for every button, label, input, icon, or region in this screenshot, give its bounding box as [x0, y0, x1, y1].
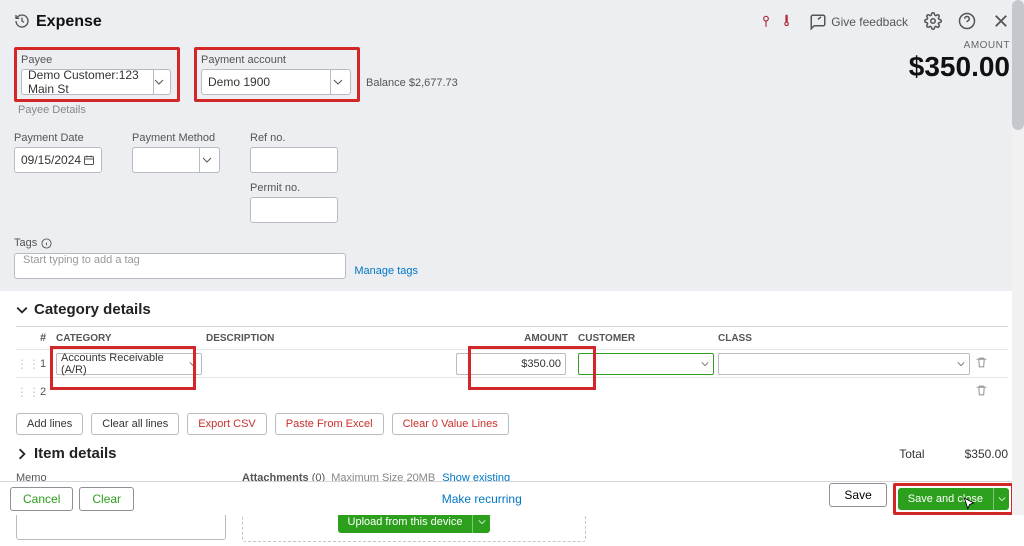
- pin-icons: [759, 14, 793, 31]
- category-table: # CATEGORY DESCRIPTION AMOUNT CUSTOMER C…: [16, 326, 1008, 405]
- category-select[interactable]: Accounts Receivable (A/R): [56, 353, 202, 375]
- trash-icon[interactable]: [970, 384, 992, 400]
- chevron-down-icon: [189, 360, 197, 368]
- class-select[interactable]: [718, 353, 970, 375]
- footer-bar: Cancel Clear Make recurring Save Save an…: [0, 481, 1024, 515]
- col-category: CATEGORY: [52, 333, 202, 344]
- drag-handle-icon[interactable]: ⋮⋮: [16, 357, 34, 371]
- ref-no-input[interactable]: [250, 147, 338, 173]
- scrollbar[interactable]: [1012, 0, 1024, 515]
- amount-input[interactable]: $350.00: [456, 353, 566, 375]
- tags-label: Tags: [14, 237, 346, 249]
- col-amount: AMOUNT: [456, 333, 574, 344]
- total-line: Total $350.00: [899, 447, 1008, 461]
- expense-header: Expense Give feedback AMOUNT $350.00 Pay…: [0, 0, 1024, 291]
- feedback-label: Give feedback: [831, 15, 908, 29]
- payee-row: Payee Demo Customer:123 Main St Payment …: [14, 47, 1010, 102]
- table-buttons: Add lines Clear all lines Export CSV Pas…: [16, 413, 1008, 435]
- save-close-button[interactable]: Save and close: [898, 488, 993, 510]
- payee-label: Payee: [21, 54, 173, 66]
- top-row: Expense Give feedback: [14, 8, 1010, 36]
- scroll-thumb[interactable]: [1012, 0, 1024, 130]
- clear-button[interactable]: Clear: [79, 487, 134, 511]
- chevron-down-icon: [330, 70, 344, 94]
- balance-text: Balance $2,677.73: [366, 77, 458, 89]
- pin-icon[interactable]: [759, 14, 773, 31]
- chevron-down-icon: [16, 304, 28, 316]
- close-icon[interactable]: [992, 12, 1010, 33]
- account-value: Demo 1900: [208, 75, 270, 89]
- total-value: $350.00: [965, 447, 1008, 461]
- clear-zero-button[interactable]: Clear 0 Value Lines: [392, 413, 509, 435]
- item-details-toggle[interactable]: Item details: [16, 445, 117, 462]
- payee-select[interactable]: Demo Customer:123 Main St: [21, 69, 171, 95]
- account-label: Payment account: [201, 54, 353, 66]
- payment-date-label: Payment Date: [14, 132, 102, 144]
- payee-highlight: Payee Demo Customer:123 Main St: [14, 47, 180, 102]
- payment-method-label: Payment Method: [132, 132, 220, 144]
- make-recurring-link[interactable]: Make recurring: [442, 492, 522, 506]
- col-class: CLASS: [714, 333, 970, 344]
- payee-value: Demo Customer:123 Main St: [28, 68, 147, 96]
- paste-excel-button[interactable]: Paste From Excel: [275, 413, 384, 435]
- category-details-title: Category details: [34, 301, 151, 318]
- table-row: ⋮⋮ 1 Accounts Receivable (A/R) $350.00: [16, 349, 1008, 377]
- save-button[interactable]: Save: [829, 483, 886, 507]
- chevron-down-icon: [957, 360, 965, 368]
- trash-icon[interactable]: [970, 356, 992, 372]
- chevron-right-icon: [16, 448, 28, 460]
- table-row: ⋮⋮ 2: [16, 377, 1008, 405]
- permit-no-label: Permit no.: [250, 182, 338, 194]
- add-lines-button[interactable]: Add lines: [16, 413, 83, 435]
- clear-lines-button[interactable]: Clear all lines: [91, 413, 179, 435]
- col-description: DESCRIPTION: [202, 333, 456, 344]
- account-select[interactable]: Demo 1900: [201, 69, 351, 95]
- total-label: Total: [899, 447, 924, 461]
- page-title: Expense: [36, 13, 102, 31]
- info-icon[interactable]: [41, 238, 52, 249]
- save-close-dropdown[interactable]: [993, 488, 1009, 510]
- payment-date-value: 09/15/2024: [21, 153, 81, 167]
- give-feedback-link[interactable]: Give feedback: [809, 13, 908, 31]
- chevron-down-icon: [701, 360, 709, 368]
- item-details-title: Item details: [34, 445, 117, 462]
- export-csv-button[interactable]: Export CSV: [187, 413, 266, 435]
- permit-no-input[interactable]: [250, 197, 338, 223]
- item-details-row: Item details Total $350.00: [16, 445, 1008, 462]
- payment-date-input[interactable]: 09/15/2024: [14, 147, 102, 173]
- payment-method-select[interactable]: [132, 147, 220, 173]
- customer-select[interactable]: [578, 353, 714, 375]
- gear-icon[interactable]: [924, 12, 942, 33]
- account-highlight: Payment account Demo 1900: [194, 47, 360, 102]
- history-icon[interactable]: [14, 13, 30, 32]
- row-number: 2: [34, 386, 52, 398]
- title-group: Expense: [14, 13, 102, 32]
- manage-tags-link[interactable]: Manage tags: [354, 265, 418, 277]
- thermometer-icon[interactable]: [779, 14, 793, 31]
- tags-row: Tags Start typing to add a tag Manage ta…: [14, 237, 418, 279]
- save-close-highlight: Save and close: [893, 483, 1014, 515]
- chevron-down-icon: [199, 148, 213, 172]
- payee-details-link[interactable]: Payee Details: [18, 104, 1010, 116]
- help-icon[interactable]: [958, 12, 976, 33]
- col-customer: CUSTOMER: [574, 333, 714, 344]
- row-number: 1: [34, 358, 52, 370]
- ref-no-label: Ref no.: [250, 132, 338, 144]
- table-header: # CATEGORY DESCRIPTION AMOUNT CUSTOMER C…: [16, 327, 1008, 349]
- secondary-fields: Payment Date 09/15/2024 Payment Method R…: [14, 132, 1010, 223]
- cancel-button[interactable]: Cancel: [10, 487, 73, 511]
- drag-handle-icon[interactable]: ⋮⋮: [16, 385, 34, 399]
- calendar-icon: [83, 154, 95, 166]
- tags-input[interactable]: Start typing to add a tag: [14, 253, 346, 279]
- top-actions: Give feedback: [759, 12, 1010, 33]
- chevron-down-icon: [153, 70, 164, 94]
- category-details-toggle[interactable]: Category details: [16, 301, 1008, 318]
